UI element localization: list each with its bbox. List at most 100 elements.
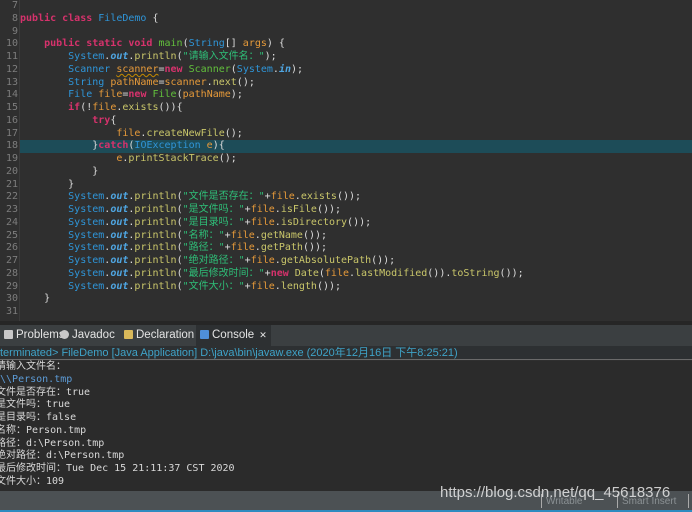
code-text[interactable]: System.out.println("文件大小："+file.length()…: [20, 281, 692, 294]
code-line[interactable]: 12 Scanner scanner=new Scanner(System.in…: [0, 64, 692, 77]
code-line[interactable]: 28 System.out.println("最后修改时间："+new Date…: [0, 268, 692, 281]
code-token: "文件是否存在：": [182, 191, 265, 203]
code-line[interactable]: 27 System.out.println("绝对路径："+file.getAb…: [0, 255, 692, 268]
code-token: ());: [302, 229, 328, 241]
code-token: try: [20, 114, 111, 126]
code-text[interactable]: [20, 0, 692, 13]
code-token: pathName: [110, 76, 159, 88]
code-token: file: [230, 242, 255, 254]
code-token: in: [278, 63, 291, 75]
code-text[interactable]: public static void main(String[] args) {: [20, 38, 692, 51]
code-token: ());: [371, 255, 396, 266]
code-token: isDirectory: [280, 216, 348, 228]
code-line[interactable]: 7: [0, 0, 692, 13]
code-line[interactable]: 30 }: [0, 293, 692, 306]
code-token: getName: [260, 229, 303, 241]
console-output-line: 文件大小：109: [0, 475, 65, 487]
code-text[interactable]: }: [20, 293, 692, 306]
code-text[interactable]: System.out.println("绝对路径："+file.getAbsol…: [20, 255, 692, 268]
console-output-line: 绝对路径：d:\Person.tmp: [0, 450, 125, 462]
line-number: 19: [5, 153, 18, 164]
code-line[interactable]: 20 }: [0, 166, 692, 179]
code-token: File: [152, 89, 177, 101]
code-token: System: [20, 242, 105, 254]
code-editor[interactable]: 7 8 public class FileDemo {9 10 public stat…: [0, 0, 692, 321]
code-token: file: [98, 89, 123, 101]
code-line[interactable]: 11 System.out.println("请输入文件名：");: [0, 51, 692, 64]
console-output-line: 最后修改时间：Tue Dec 15 21:11:37 CST 2020: [0, 463, 235, 474]
code-line[interactable]: 29 System.out.println("文件大小："+file.lengt…: [0, 281, 692, 294]
watermark: https://blog.csdn.net/qq_45618376: [440, 484, 671, 501]
tab-javadoc[interactable]: Javadoc: [56, 325, 119, 346]
code-text[interactable]: [20, 306, 692, 319]
code-line[interactable]: 21 }: [0, 179, 692, 192]
javadoc-icon: [60, 330, 69, 339]
line-number: 21: [5, 178, 18, 190]
code-token: main: [158, 38, 183, 50]
code-line[interactable]: 24 System.out.println("是目录吗："+file.isDir…: [0, 217, 692, 230]
code-token: file: [230, 229, 255, 241]
code-text[interactable]: System.out.println("文件是否存在："+file.exists…: [20, 191, 692, 204]
code-line[interactable]: 18 }catch(IOException e){: [0, 140, 692, 153]
code-line[interactable]: 15 if(!file.exists()){: [0, 102, 692, 115]
code-text[interactable]: file.createNewFile();: [20, 128, 692, 141]
code-text[interactable]: [20, 26, 692, 39]
code-text[interactable]: System.out.println("名称："+file.getName())…: [20, 230, 692, 243]
tab-declaration[interactable]: Declaration: [120, 325, 198, 346]
close-icon[interactable]: ✕: [259, 330, 267, 340]
code-text[interactable]: try{: [20, 115, 692, 128]
code-token: System: [236, 63, 273, 75]
code-line[interactable]: 22 System.out.println("文件是否存在："+file.exi…: [0, 191, 692, 204]
code-token: IOException: [134, 140, 207, 152]
code-line[interactable]: 13 String pathName=scanner.next();: [0, 77, 692, 90]
code-token: }: [20, 178, 75, 190]
code-text[interactable]: }: [20, 166, 692, 179]
code-text[interactable]: System.out.println("是目录吗："+file.isDirect…: [20, 217, 692, 230]
code-line[interactable]: 14 File file=new File(pathName);: [0, 89, 692, 102]
line-number: 23: [5, 204, 18, 215]
code-text[interactable]: System.out.println("最后修改时间："+new Date(fi…: [20, 268, 692, 281]
line-number: 14: [5, 89, 18, 101]
code-token: length: [280, 280, 317, 292]
code-text[interactable]: if(!file.exists()){: [20, 102, 692, 115]
code-line[interactable]: 9: [0, 26, 692, 39]
code-line[interactable]: 17 file.createNewFile();: [0, 128, 692, 141]
code-text[interactable]: System.out.println("路径："+file.getPath())…: [20, 242, 692, 255]
code-line[interactable]: 31: [0, 306, 692, 319]
code-token: out: [110, 191, 129, 203]
code-line[interactable]: 19 e.printStackTrace();: [0, 153, 692, 166]
tab-console[interactable]: Console ✕: [196, 325, 271, 346]
code-token: []: [224, 38, 243, 50]
code-line[interactable]: 16 try{: [0, 115, 692, 128]
code-line[interactable]: 26 System.out.println("路径："+file.getPath…: [0, 242, 692, 255]
code-token: "最后修改时间：": [182, 267, 265, 279]
code-text[interactable]: File file=new File(pathName);: [20, 89, 692, 102]
code-text[interactable]: System.out.println("是文件吗："+file.isFile()…: [20, 204, 692, 217]
code-line[interactable]: 23 System.out.println("是文件吗："+file.isFil…: [0, 204, 692, 217]
code-text[interactable]: }: [20, 179, 692, 192]
line-number: 28: [5, 267, 18, 279]
code-text[interactable]: String pathName=scanner.next();: [20, 77, 692, 90]
code-token: println: [134, 255, 177, 266]
code-line[interactable]: 10 public static void main(String[] args…: [0, 38, 692, 51]
code-line[interactable]: 8 public class FileDemo {: [0, 13, 692, 26]
declaration-icon: [124, 330, 133, 339]
code-line[interactable]: 25 System.out.println("名称："+file.getName…: [0, 230, 692, 243]
line-number: 12: [5, 63, 18, 75]
console-output[interactable]: 请输入文件名：:\\Person.tmp 文件是否存在：true 是文件吗：true…: [0, 361, 692, 491]
console-output-line: 是文件吗：true: [0, 399, 71, 411]
code-token: out: [110, 255, 129, 266]
code-text[interactable]: }catch(IOException e){: [20, 140, 692, 153]
code-text[interactable]: e.printStackTrace();: [20, 153, 692, 166]
code-token: file: [250, 280, 275, 292]
code-text[interactable]: System.out.println("请输入文件名：");: [20, 51, 692, 64]
line-number: 31: [5, 306, 18, 317]
code-token: out: [110, 280, 129, 292]
code-token: ());: [316, 204, 342, 215]
code-text[interactable]: Scanner scanner=new Scanner(System.in);: [20, 64, 692, 77]
line-number: 8: [11, 12, 18, 24]
code-token: );: [230, 89, 243, 101]
code-token: lastModified: [355, 267, 428, 279]
code-token: args: [242, 38, 267, 50]
code-text[interactable]: public class FileDemo {: [20, 13, 692, 26]
